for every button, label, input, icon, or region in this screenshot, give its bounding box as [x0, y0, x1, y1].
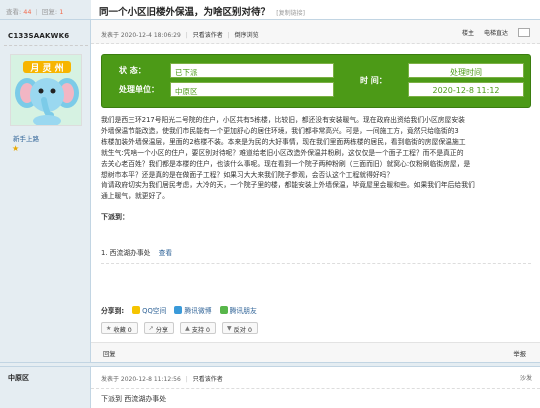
content-line: 去关心老百姓？我们都是本楼的住户，也该什么事呢。现在看到一个院子两种粉刷（三面而…: [101, 159, 471, 168]
share-pengyou-button[interactable]: 腾讯朋友: [219, 305, 257, 315]
post-meta: 发表于 2020-12-4 18:06:29 | 只看该作者 | 倒序浏览 楼主…: [91, 20, 540, 44]
content-line: 肯请政府切实为我们居民考虑，大冷的天，一个院子里的楼，都能安装上外墙保温，毕竟屋…: [101, 181, 475, 190]
favorite-icon: ★: [106, 325, 112, 332]
stats-separator: |: [35, 8, 38, 16]
content-line: 通上暖气，就更好了。: [101, 192, 169, 201]
svg-text:月 灵 州: 月 灵 州: [29, 63, 63, 74]
share-icon: ↗: [148, 325, 154, 332]
avatar[interactable]: 月 灵 州: [10, 54, 82, 126]
assign-heading: 下派到：: [101, 212, 129, 222]
floor-jump-input[interactable]: [518, 28, 530, 37]
content-line: 就生气:凭啥一个小区的住户，要区别对待呢？难道给老旧小区改造外保温并粉刷，这仅仅…: [101, 148, 464, 157]
floor-label: 楼主: [461, 30, 474, 37]
thumbs-down-icon: ▼: [226, 325, 232, 332]
thumbs-up-icon: ▲: [185, 325, 190, 332]
content-line: 外墙保温节能改造，使我们市民能有一个更加舒心的居住环境，我们都非常高兴。可是，一…: [101, 126, 459, 135]
share-bar: 分享到: QQ空间 腾讯微博 腾讯朋友: [101, 305, 257, 315]
content-line: 我们是西三环217号阳光二号院的住户，小区共有5栋楼，比较旧，都还没有安装暖气。…: [101, 116, 465, 124]
qzone-icon: [132, 306, 141, 314]
share-tweibo-button[interactable]: 腾讯微博: [174, 305, 212, 315]
reply-meta: 发表于 2020-12-8 11:12:56 | 只看该作者 沙发: [91, 367, 540, 389]
unit-label: 处理单位：: [119, 85, 159, 94]
views-count: 44: [23, 8, 32, 16]
meta-separator: |: [185, 376, 188, 383]
support-label: 支持 0: [191, 327, 210, 334]
share-label: 分享: [155, 327, 169, 334]
meta-separator: |: [185, 32, 188, 39]
oppose-label: 反对 0: [233, 327, 252, 334]
replies-label: 回复:: [41, 8, 58, 16]
view-link[interactable]: 查看: [159, 249, 173, 257]
replies-count: 1: [59, 8, 64, 16]
reply-content: 下派到 西流湖办事处: [101, 395, 167, 403]
content-divider: [101, 263, 531, 264]
share-qzone-label: QQ空间: [142, 307, 167, 315]
time-value: 2020-12-8 11:12: [408, 82, 524, 97]
copy-link-button[interactable]: [复制链接]: [276, 10, 305, 17]
assign-item: 1. 西流湖办事处 查看: [101, 247, 172, 257]
reply-button[interactable]: 回复: [103, 349, 116, 358]
reply-only-author-link[interactable]: 只看该作者: [193, 376, 223, 383]
post-title: 同一个小区旧楼外保温，为啥区别对待？: [99, 7, 271, 18]
favorite-button[interactable]: ★ 收藏 0: [101, 322, 138, 334]
unit-value: 中原区: [170, 82, 334, 97]
share-qzone-button[interactable]: QQ空间: [132, 305, 166, 315]
share-button[interactable]: ↗ 分享: [143, 322, 175, 334]
favorite-label: 收藏 0: [113, 327, 132, 334]
assign-label: 下派到：: [101, 213, 129, 221]
report-button[interactable]: 举报: [513, 349, 526, 358]
share-label: 分享到:: [101, 307, 125, 315]
support-button[interactable]: ▲ 支持 0: [180, 322, 216, 334]
assign-unit: 1. 西流湖办事处: [101, 249, 151, 257]
post-stats: 查看: 44 | 回复: 1: [0, 0, 91, 20]
elephant-avatar-icon: 月 灵 州: [11, 55, 81, 125]
jump-floor-label: 电梯直达: [483, 30, 508, 37]
post-time: 发表于 2020-12-4 18:06:29: [101, 32, 181, 39]
post-footer: 回复 举报: [91, 342, 540, 362]
star-icon: ★: [12, 144, 20, 153]
views-label: 查看:: [6, 8, 22, 16]
status-value: 已下派: [170, 63, 334, 78]
reply-author-name[interactable]: 中原区: [8, 373, 29, 383]
post-meta-right: 楼主 电梯直达: [462, 28, 530, 37]
content-line: 想树市本平？还是真的是在做面子工程？如果习大大来我们院子参观，会否认这个工程就得…: [101, 170, 394, 179]
time-label: 时 间：: [360, 76, 387, 85]
tencent-pengyou-icon: [219, 306, 228, 314]
meta-separator: |: [227, 32, 230, 39]
post-actions: ★ 收藏 0 ↗ 分享 ▲ 支持 0 ▼ 反对 0: [101, 322, 258, 334]
user-level[interactable]: 新手上路: [13, 133, 39, 143]
reply-floor-label: 沙发: [519, 375, 532, 382]
content-line: 栋楼加装外墙保温层，里面的2栋楼不装。本来是为民的大好事情，现在我们里面两栋楼的…: [101, 137, 466, 146]
handling-status-panel: 状 态： 已下派 处理单位： 中原区 时 间： 处理时间 2020-12-8 1…: [101, 54, 531, 108]
author-divider: [4, 45, 88, 46]
only-author-link[interactable]: 只看该作者: [193, 32, 223, 39]
share-tweibo-label: 腾讯微博: [184, 307, 212, 315]
status-label: 状 态：: [119, 66, 146, 75]
reverse-order-link[interactable]: 倒序浏览: [235, 32, 259, 39]
share-pengyou-label: 腾讯朋友: [229, 307, 257, 315]
post-content: 我们是西三环217号阳光二号院的住户，小区共有5栋楼，比较旧，都还没有安装暖气。…: [101, 115, 533, 202]
title-bar: 同一个小区旧楼外保温，为啥区别对待？ [复制链接]: [91, 0, 540, 20]
author-name[interactable]: C133SAAKWK6: [8, 32, 69, 40]
reply-time: 发表于 2020-12-8 11:12:56: [101, 376, 181, 383]
time-title: 处理时间: [408, 63, 524, 78]
oppose-button[interactable]: ▼ 反对 0: [221, 322, 258, 334]
tencent-weibo-icon: [174, 306, 183, 314]
